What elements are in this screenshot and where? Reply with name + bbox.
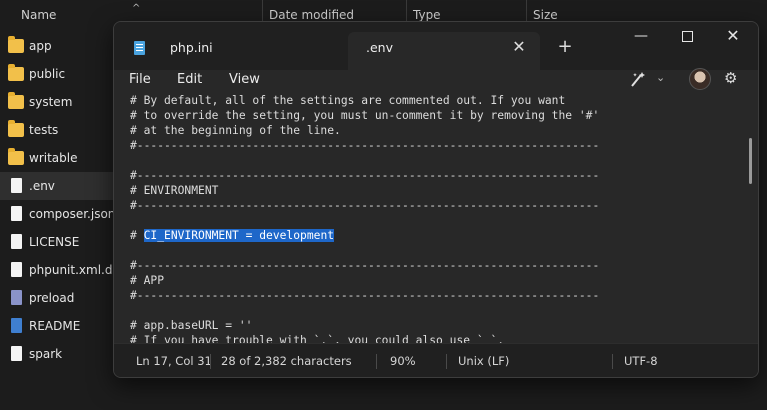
text-editor[interactable]: # By default, all of the settings are co… — [114, 90, 758, 343]
code-line: # If you have trouble with `.`, you coul… — [130, 334, 505, 343]
file-item[interactable]: README — [0, 312, 114, 340]
status-divider — [210, 354, 211, 369]
chevron-down-icon[interactable]: ⌄ — [656, 71, 665, 84]
tab-label: .env — [366, 40, 393, 55]
close-window-button[interactable]: ✕ — [710, 22, 756, 52]
tab-label: php.ini — [170, 40, 213, 55]
file-item[interactable]: phpunit.xml.dist — [0, 256, 114, 284]
code-line: #---------------------------------------… — [130, 169, 600, 182]
code-line: #---------------------------------------… — [130, 199, 600, 212]
file-icon — [11, 234, 22, 249]
code-line: # APP — [130, 274, 165, 287]
item-label: system — [29, 95, 73, 109]
item-label: spark — [29, 347, 63, 361]
menu-edit[interactable]: Edit — [177, 69, 202, 91]
file-icon — [11, 262, 22, 277]
code-line: # to override the setting, you must un-c… — [130, 109, 600, 122]
code-line: # By default, all of the settings are co… — [130, 94, 566, 107]
notepad-document-icon — [134, 41, 145, 55]
title-bar: php.ini .env ✕ + — ✕ — [114, 22, 758, 70]
gear-icon[interactable]: ⚙ — [724, 69, 737, 87]
folder-icon — [8, 36, 24, 53]
column-type-label: Type — [413, 8, 441, 22]
folder-item[interactable]: writable — [0, 144, 114, 172]
item-label: preload — [29, 291, 75, 305]
code-line: # at the beginning of the line. — [130, 124, 341, 137]
item-label: .env — [29, 179, 55, 193]
column-size-label: Size — [533, 8, 558, 22]
text-selection: CI_ENVIRONMENT = development — [143, 229, 335, 242]
encoding[interactable]: UTF-8 — [624, 344, 658, 377]
column-name-label: Name — [21, 8, 57, 22]
status-divider — [446, 354, 447, 369]
item-label: LICENSE — [29, 235, 80, 249]
editor-content[interactable]: # By default, all of the settings are co… — [130, 93, 599, 343]
tab-php-ini[interactable]: php.ini — [122, 32, 346, 70]
file-icon — [11, 318, 22, 333]
maximize-button[interactable] — [664, 22, 710, 52]
file-item[interactable]: LICENSE — [0, 228, 114, 256]
vertical-scrollbar[interactable] — [749, 138, 752, 184]
zoom-level[interactable]: 90% — [390, 344, 416, 377]
item-label: phpunit.xml.dist — [29, 263, 114, 277]
folder-icon — [8, 120, 24, 137]
folder-item[interactable]: app — [0, 32, 114, 60]
menu-file[interactable]: File — [129, 69, 151, 91]
status-divider — [612, 354, 613, 369]
file-icon — [11, 178, 22, 193]
file-icon — [11, 346, 22, 361]
cursor-position: Ln 17, Col 31 — [136, 354, 212, 368]
item-label: public — [29, 67, 66, 81]
tab-env[interactable]: .env ✕ — [348, 32, 540, 70]
item-label: tests — [29, 123, 59, 137]
line-ending[interactable]: Unix (LF) — [458, 344, 509, 377]
new-tab-button[interactable]: + — [554, 36, 576, 58]
explorer-file-list: app public system tests writable .env composer… — [0, 32, 114, 368]
file-item[interactable]: spark — [0, 340, 114, 368]
code-line: # app.baseURL = '' — [130, 319, 253, 332]
code-line: #---------------------------------------… — [130, 259, 600, 272]
folder-icon — [8, 148, 24, 165]
item-label: app — [29, 39, 52, 53]
file-item[interactable]: .env — [0, 172, 114, 200]
column-date-label: Date modified — [269, 8, 355, 22]
menu-view[interactable]: View — [229, 69, 260, 91]
file-icon — [11, 206, 22, 221]
minimize-button[interactable]: — — [618, 22, 664, 52]
notepad-window: php.ini .env ✕ + — ✕ File Edit View ⌄ ⚙ … — [113, 21, 759, 378]
file-item[interactable]: composer.json — [0, 200, 114, 228]
folder-item[interactable]: public — [0, 60, 114, 88]
file-icon — [11, 290, 22, 305]
code-line: # CI_ENVIRONMENT = development — [130, 229, 335, 242]
maximize-icon — [681, 30, 693, 42]
folder-item[interactable]: system — [0, 88, 114, 116]
item-label: writable — [29, 151, 78, 165]
code-line: #---------------------------------------… — [130, 289, 600, 302]
copilot-icon[interactable] — [629, 70, 649, 90]
status-bar: Ln 17, Col 31 28 of 2,382 characters 90%… — [114, 343, 758, 377]
item-label: composer.json — [29, 207, 114, 221]
menu-bar: File Edit View ⌄ ⚙ — [114, 68, 758, 91]
code-line: # ENVIRONMENT — [130, 184, 219, 197]
file-item[interactable]: preload — [0, 284, 114, 312]
folder-icon — [8, 64, 24, 81]
folder-item[interactable]: tests — [0, 116, 114, 144]
item-label: README — [29, 319, 81, 333]
character-count: 28 of 2,382 characters — [221, 354, 352, 368]
code-line: #---------------------------------------… — [130, 139, 600, 152]
status-divider — [376, 354, 377, 369]
folder-icon — [8, 92, 24, 109]
avatar[interactable] — [689, 68, 711, 90]
close-tab-icon[interactable]: ✕ — [508, 36, 530, 58]
